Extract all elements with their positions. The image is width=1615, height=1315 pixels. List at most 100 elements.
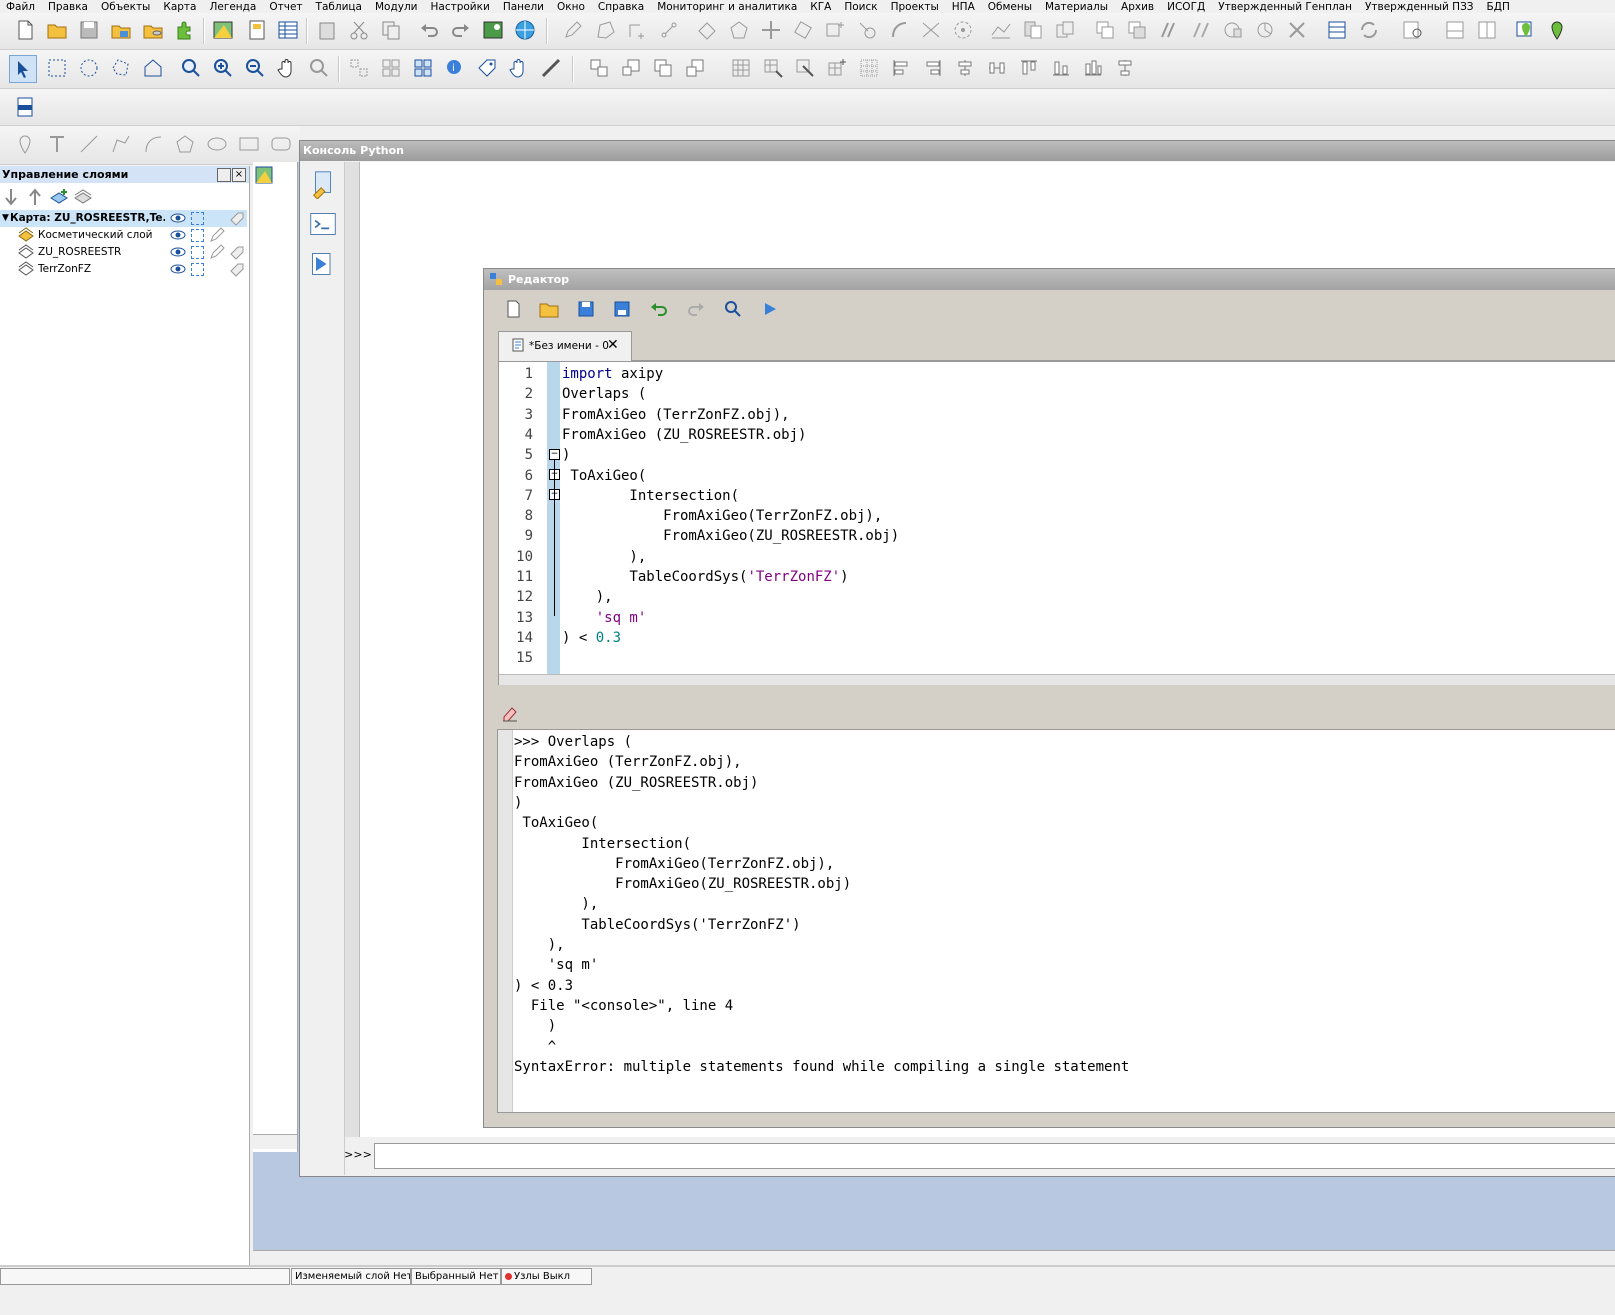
rotate-icon[interactable] [790, 17, 816, 43]
menu-item[interactable]: Окно [551, 1, 592, 12]
terminal-icon[interactable] [307, 208, 339, 240]
align-bottom-icon[interactable] [1048, 55, 1074, 81]
cross-nodes-icon[interactable] [1284, 17, 1310, 43]
menu-item[interactable]: Карта [157, 1, 203, 12]
status-selected[interactable]: Выбранный Нет [411, 1268, 501, 1285]
zoom-extent-icon[interactable] [306, 55, 332, 81]
grid-add-icon[interactable] [824, 55, 850, 81]
save-script-icon[interactable] [573, 296, 599, 322]
redo-edit-icon[interactable] [683, 296, 709, 322]
move-layer-down-icon[interactable] [0, 184, 24, 210]
node-link-icon[interactable] [656, 17, 682, 43]
menu-item[interactable]: Файл [0, 1, 42, 12]
image-registration-icon[interactable] [480, 17, 506, 43]
align-top-icon[interactable] [1016, 55, 1042, 81]
report-icon[interactable] [244, 17, 270, 43]
label-tool-icon[interactable] [474, 55, 500, 81]
move-layer-up-icon[interactable] [22, 184, 48, 210]
find-icon[interactable] [720, 296, 746, 322]
grid-dots-icon[interactable] [856, 55, 882, 81]
menu-item[interactable]: Мониторинг и аналитика [651, 1, 804, 12]
polygon-tool-icon[interactable] [172, 131, 198, 157]
map-pin-2-icon[interactable] [1544, 17, 1570, 43]
menu-item[interactable]: Правка [42, 1, 95, 12]
select-grid-icon[interactable] [346, 55, 372, 81]
copy-icon[interactable] [378, 17, 404, 43]
globe-icon[interactable] [512, 17, 538, 43]
align-right-icon[interactable] [920, 55, 946, 81]
rounded-rect-tool-icon[interactable] [268, 131, 294, 157]
map-inner-scrollbar[interactable] [253, 1134, 297, 1149]
polygon-select-icon[interactable] [108, 55, 134, 81]
rectangle-tool-icon[interactable] [236, 131, 262, 157]
undo-edit-icon[interactable] [646, 296, 672, 322]
undo-icon[interactable] [416, 17, 442, 43]
editor-tab[interactable]: *Без имени - 0 ✕ [498, 331, 632, 361]
close-tab-icon[interactable]: ✕ [607, 337, 619, 353]
union-icon[interactable] [1092, 17, 1118, 43]
menu-item[interactable]: Объекты [95, 1, 157, 12]
menu-item[interactable]: Утвержденный ПЗЗ [1359, 1, 1481, 12]
align-3-icon[interactable] [650, 55, 676, 81]
select-blue-icon[interactable] [410, 55, 436, 81]
select-all-icon[interactable] [378, 55, 404, 81]
open-workspace-icon[interactable] [108, 17, 134, 43]
grid-snap-icon[interactable] [760, 55, 786, 81]
layer-row-terrzonfz[interactable]: TerrZonFZ [0, 261, 247, 278]
menu-item[interactable]: Справка [592, 1, 651, 12]
table-icon[interactable] [275, 17, 301, 43]
arc-icon[interactable] [886, 17, 912, 43]
menu-item[interactable]: Легенда [203, 1, 263, 12]
visibility-eye-icon[interactable] [170, 261, 186, 284]
buffer-icon[interactable] [950, 17, 976, 43]
align-middle-icon[interactable] [1080, 55, 1106, 81]
code-editor[interactable]: 1 2 3 4 5 6 7 8 9 10 11 12 13 14 15 import axipy Overla… [498, 361, 1615, 685]
line-profile-icon[interactable] [988, 17, 1014, 43]
menu-item[interactable]: Панели [497, 1, 551, 12]
add-object-icon[interactable] [822, 17, 848, 43]
float-panel-icon[interactable] [217, 168, 231, 182]
query-icon[interactable] [1400, 17, 1426, 43]
add-layer-icon[interactable] [46, 184, 72, 210]
map-node[interactable]: ▼ Карта: ZU_ROSREESTR,Te... [0, 210, 247, 227]
align-left-icon[interactable] [888, 55, 914, 81]
menu-item[interactable]: Настройки [425, 1, 497, 12]
map-canvas[interactable] [253, 162, 298, 1152]
zoom-in-icon[interactable] [210, 55, 236, 81]
clear-output-eraser-icon[interactable] [500, 703, 520, 723]
menu-item[interactable]: Проекты [885, 1, 946, 12]
splitter[interactable] [498, 693, 1615, 697]
plugin-icon[interactable] [172, 17, 198, 43]
move-icon[interactable] [758, 17, 784, 43]
drag-hand-icon[interactable] [506, 55, 532, 81]
align-2-icon[interactable] [618, 55, 644, 81]
clip-icon[interactable] [1020, 17, 1046, 43]
menu-item[interactable]: Таблица [310, 1, 369, 12]
map-pin-icon[interactable] [1512, 17, 1538, 43]
slice-icon[interactable] [1156, 17, 1182, 43]
intersect-icon[interactable] [1124, 17, 1150, 43]
menu-item[interactable]: Обмены [982, 1, 1039, 12]
select-arrow-icon[interactable] [9, 55, 37, 83]
menu-item[interactable]: Поиск [838, 1, 884, 12]
code-h-scrollbar[interactable] [499, 674, 1615, 685]
open-folder-icon[interactable] [44, 17, 70, 43]
erase-icon[interactable] [854, 17, 880, 43]
align-1-icon[interactable] [586, 55, 612, 81]
selectable-icon[interactable] [191, 246, 204, 259]
pie-icon[interactable] [1252, 17, 1278, 43]
pencil-tool-icon[interactable] [560, 17, 586, 43]
pentagon-icon[interactable] [726, 17, 752, 43]
menu-item[interactable]: КГА [804, 1, 838, 12]
layer-properties-icon[interactable] [70, 184, 96, 210]
map-h-scrollbar[interactable] [253, 1250, 1615, 1265]
console-output[interactable]: >>> Overlaps (FromAxiGeo (TerrZonFZ.obj)… [497, 729, 1615, 1113]
menu-item[interactable]: Материалы [1039, 1, 1115, 12]
menu-item[interactable]: Утвержденный Генплан [1212, 1, 1359, 12]
console-input-field[interactable] [374, 1143, 1615, 1169]
text-tool-icon[interactable] [44, 131, 70, 157]
circle-cut-icon[interactable] [1220, 17, 1246, 43]
database-icon[interactable] [140, 17, 166, 43]
menu-item[interactable]: ИСОГД [1161, 1, 1212, 12]
layout-2-icon[interactable] [1474, 17, 1500, 43]
